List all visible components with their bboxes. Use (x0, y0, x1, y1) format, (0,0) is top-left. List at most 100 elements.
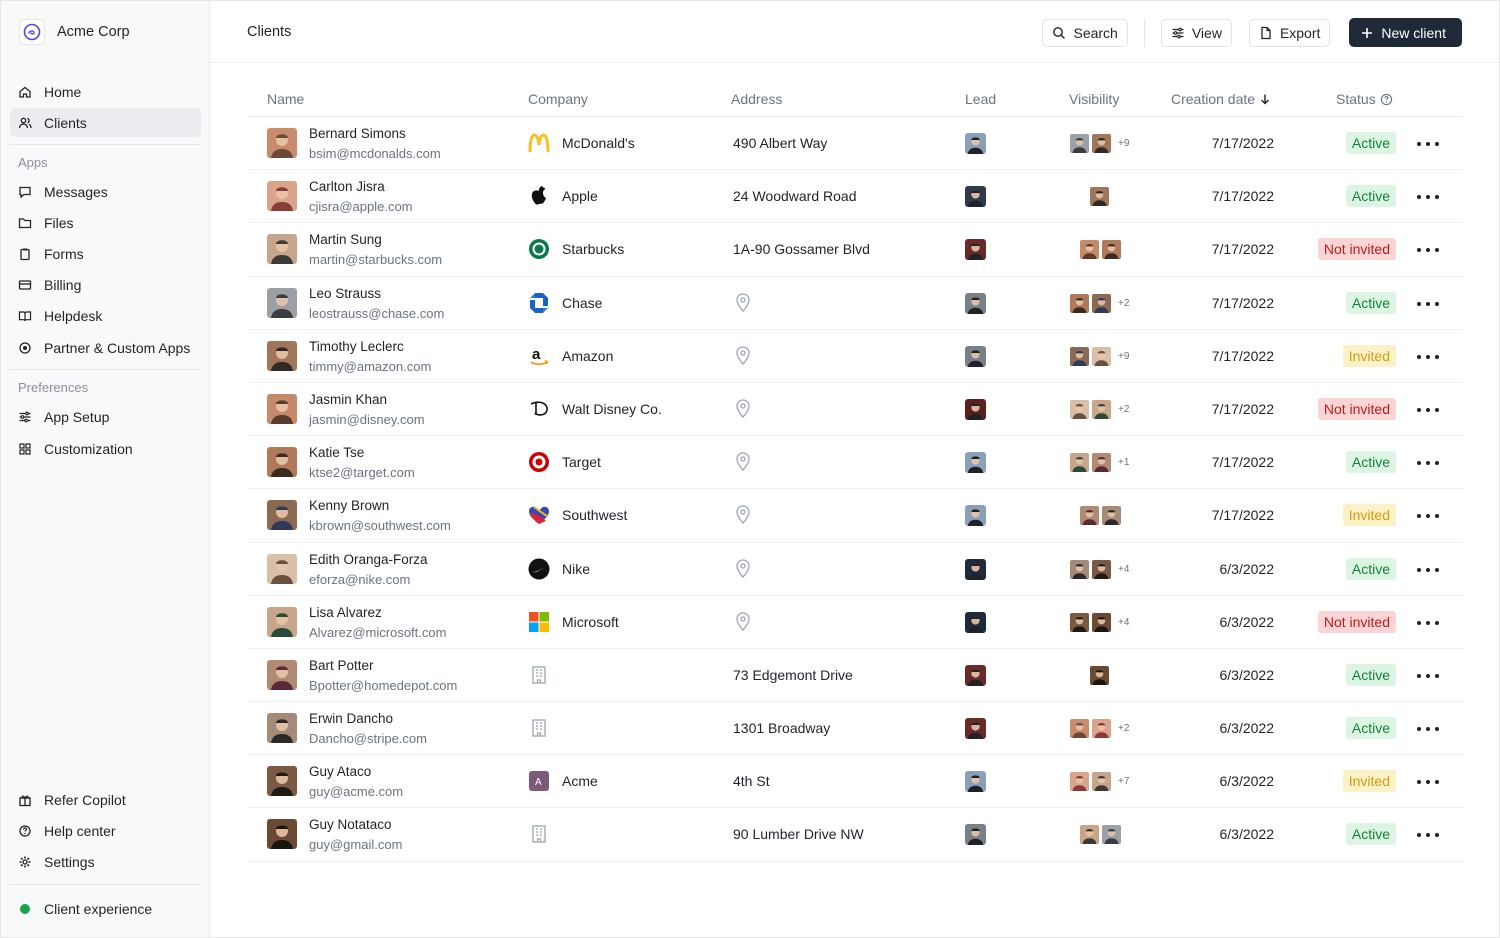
lead-avatar[interactable] (965, 718, 986, 740)
visibility-avatars[interactable]: +4 (1069, 611, 1129, 633)
lead-avatar[interactable] (965, 505, 986, 527)
sidebar-item-messages[interactable]: Messages (10, 177, 201, 206)
table-row[interactable]: Bernard Simons bsim@mcdonalds.com McDonald… (247, 117, 1463, 171)
client-name[interactable]: Leo Strauss (309, 286, 381, 301)
lead-avatar[interactable] (965, 771, 986, 793)
table-row[interactable]: Jasmin Khan jasmin@disney.com Walt Disney … (247, 383, 1463, 437)
column-header-name[interactable]: Name (267, 91, 304, 107)
visibility-avatars[interactable]: +7 (1069, 771, 1129, 793)
map-pin-icon[interactable] (735, 505, 751, 525)
sidebar-item-app-setup[interactable]: App Setup (10, 402, 201, 431)
client-name[interactable]: Carlton Jisra (309, 179, 385, 194)
client-experience-toggle[interactable]: Client experience (10, 894, 201, 923)
more-options-icon[interactable] (1417, 347, 1439, 367)
more-options-icon[interactable] (1417, 506, 1439, 526)
visibility-avatars[interactable]: +2 (1069, 718, 1129, 740)
column-header-lead[interactable]: Lead (965, 91, 996, 107)
table-row[interactable]: Erwin Dancho Dancho@stripe.com 1301 Broadw… (247, 702, 1463, 756)
more-options-icon[interactable] (1417, 134, 1439, 154)
client-name[interactable]: Kenny Brown (309, 498, 389, 513)
more-options-icon[interactable] (1417, 772, 1439, 792)
search-button[interactable]: Search (1042, 18, 1128, 47)
visibility-avatars[interactable] (1079, 824, 1123, 846)
sidebar-item-settings[interactable]: Settings (10, 847, 201, 876)
client-name[interactable]: Bernard Simons (309, 126, 406, 141)
more-options-icon[interactable] (1417, 187, 1439, 207)
client-name[interactable]: Timothy Leclerc (309, 339, 404, 354)
sidebar-item-billing[interactable]: Billing (10, 270, 201, 299)
table-row[interactable]: Timothy Leclerc timmy@amazon.com a Amazon +9… (247, 330, 1463, 383)
lead-avatar[interactable] (965, 239, 986, 261)
visibility-avatars[interactable] (1089, 664, 1111, 686)
sidebar-item-clients[interactable]: Clients (10, 108, 201, 137)
map-pin-icon[interactable] (735, 399, 751, 419)
table-row[interactable]: Guy Notataco guy@gmail.com 90 Lumber Drive… (247, 808, 1463, 862)
column-header-visibility[interactable]: Visibility (1069, 91, 1119, 107)
client-name[interactable]: Guy Notataco (309, 817, 392, 832)
visibility-avatars[interactable] (1079, 505, 1123, 527)
map-pin-icon[interactable] (735, 452, 751, 472)
table-row[interactable]: Kenny Brown kbrown@southwest.com Southwest… (247, 489, 1463, 543)
sidebar-item-customization[interactable]: Customization (10, 434, 201, 463)
client-name[interactable]: Lisa Alvarez (309, 605, 382, 620)
column-header-creation-date[interactable]: Creation date (1171, 91, 1271, 107)
sidebar-item-refer-copilot[interactable]: Refer Copilot (10, 785, 201, 814)
more-options-icon[interactable] (1417, 825, 1439, 845)
sidebar-item-forms[interactable]: Forms (10, 239, 201, 268)
table-row[interactable]: Lisa Alvarez Alvarez@microsoft.com Microso… (247, 596, 1463, 649)
more-options-icon[interactable] (1417, 666, 1439, 686)
table-row[interactable]: Leo Strauss leostrauss@chase.com Chase +2 7/… (247, 277, 1463, 330)
visibility-avatars[interactable]: +9 (1069, 345, 1129, 367)
lead-avatar[interactable] (965, 611, 986, 633)
sidebar-item-partner-apps[interactable]: Partner & Custom Apps (10, 333, 201, 362)
visibility-avatars[interactable]: +4 (1069, 558, 1129, 580)
client-name[interactable]: Katie Tse (309, 445, 364, 460)
sidebar-item-home[interactable]: Home (10, 77, 201, 106)
visibility-avatars[interactable]: +2 (1069, 398, 1129, 420)
table-row[interactable]: Guy Ataco guy@acme.com A Acme 4th St +7 6/3/20… (247, 755, 1463, 809)
lead-avatar[interactable] (965, 186, 986, 208)
client-name[interactable]: Edith Oranga-Forza (309, 552, 428, 567)
lead-avatar[interactable] (965, 824, 986, 846)
table-row[interactable]: Katie Tse ktse2@target.com Target +1 7/17/20… (247, 436, 1463, 490)
map-pin-icon[interactable] (735, 346, 751, 366)
lead-avatar[interactable] (965, 558, 986, 580)
brand[interactable]: Acme Corp (19, 19, 130, 45)
lead-avatar[interactable] (965, 452, 986, 474)
more-options-icon[interactable] (1417, 613, 1439, 633)
lead-avatar[interactable] (965, 664, 986, 686)
visibility-avatars[interactable]: +2 (1069, 292, 1129, 314)
visibility-avatars[interactable]: +9 (1069, 133, 1129, 154)
new-client-button[interactable]: New client (1349, 18, 1462, 47)
more-options-icon[interactable] (1417, 400, 1439, 420)
more-options-icon[interactable] (1417, 294, 1439, 314)
client-name[interactable]: Erwin Dancho (309, 711, 393, 726)
lead-avatar[interactable] (965, 133, 986, 154)
map-pin-icon[interactable] (735, 558, 751, 579)
client-name[interactable]: Bart Potter (309, 658, 374, 673)
more-options-icon[interactable] (1417, 560, 1439, 580)
visibility-avatars[interactable] (1079, 239, 1123, 261)
table-row[interactable]: Martin Sung martin@starbucks.com Starbucks… (247, 223, 1463, 277)
sidebar-item-help-center[interactable]: Help center (10, 816, 201, 845)
lead-avatar[interactable] (965, 398, 986, 420)
more-options-icon[interactable] (1417, 453, 1439, 473)
sidebar-item-files[interactable]: Files (10, 208, 201, 237)
visibility-avatars[interactable] (1089, 186, 1111, 208)
column-header-address[interactable]: Address (731, 91, 782, 107)
export-button[interactable]: Export (1248, 18, 1331, 47)
client-name[interactable]: Martin Sung (309, 232, 382, 247)
table-row[interactable]: Edith Oranga-Forza eforza@nike.com Nike +4 6… (247, 543, 1463, 596)
more-options-icon[interactable] (1417, 240, 1439, 260)
more-options-icon[interactable] (1417, 719, 1439, 739)
table-row[interactable]: Carlton Jisra cjisra@apple.com Apple 24 Woo… (247, 170, 1463, 224)
visibility-avatars[interactable]: +1 (1069, 452, 1129, 474)
lead-avatar[interactable] (965, 345, 986, 367)
client-name[interactable]: Jasmin Khan (309, 392, 387, 407)
column-header-status[interactable]: Status (1336, 91, 1393, 107)
lead-avatar[interactable] (965, 292, 986, 314)
view-button[interactable]: View (1160, 18, 1232, 47)
sidebar-item-helpdesk[interactable]: Helpdesk (10, 301, 201, 330)
map-pin-icon[interactable] (735, 292, 751, 313)
column-header-company[interactable]: Company (528, 91, 588, 107)
